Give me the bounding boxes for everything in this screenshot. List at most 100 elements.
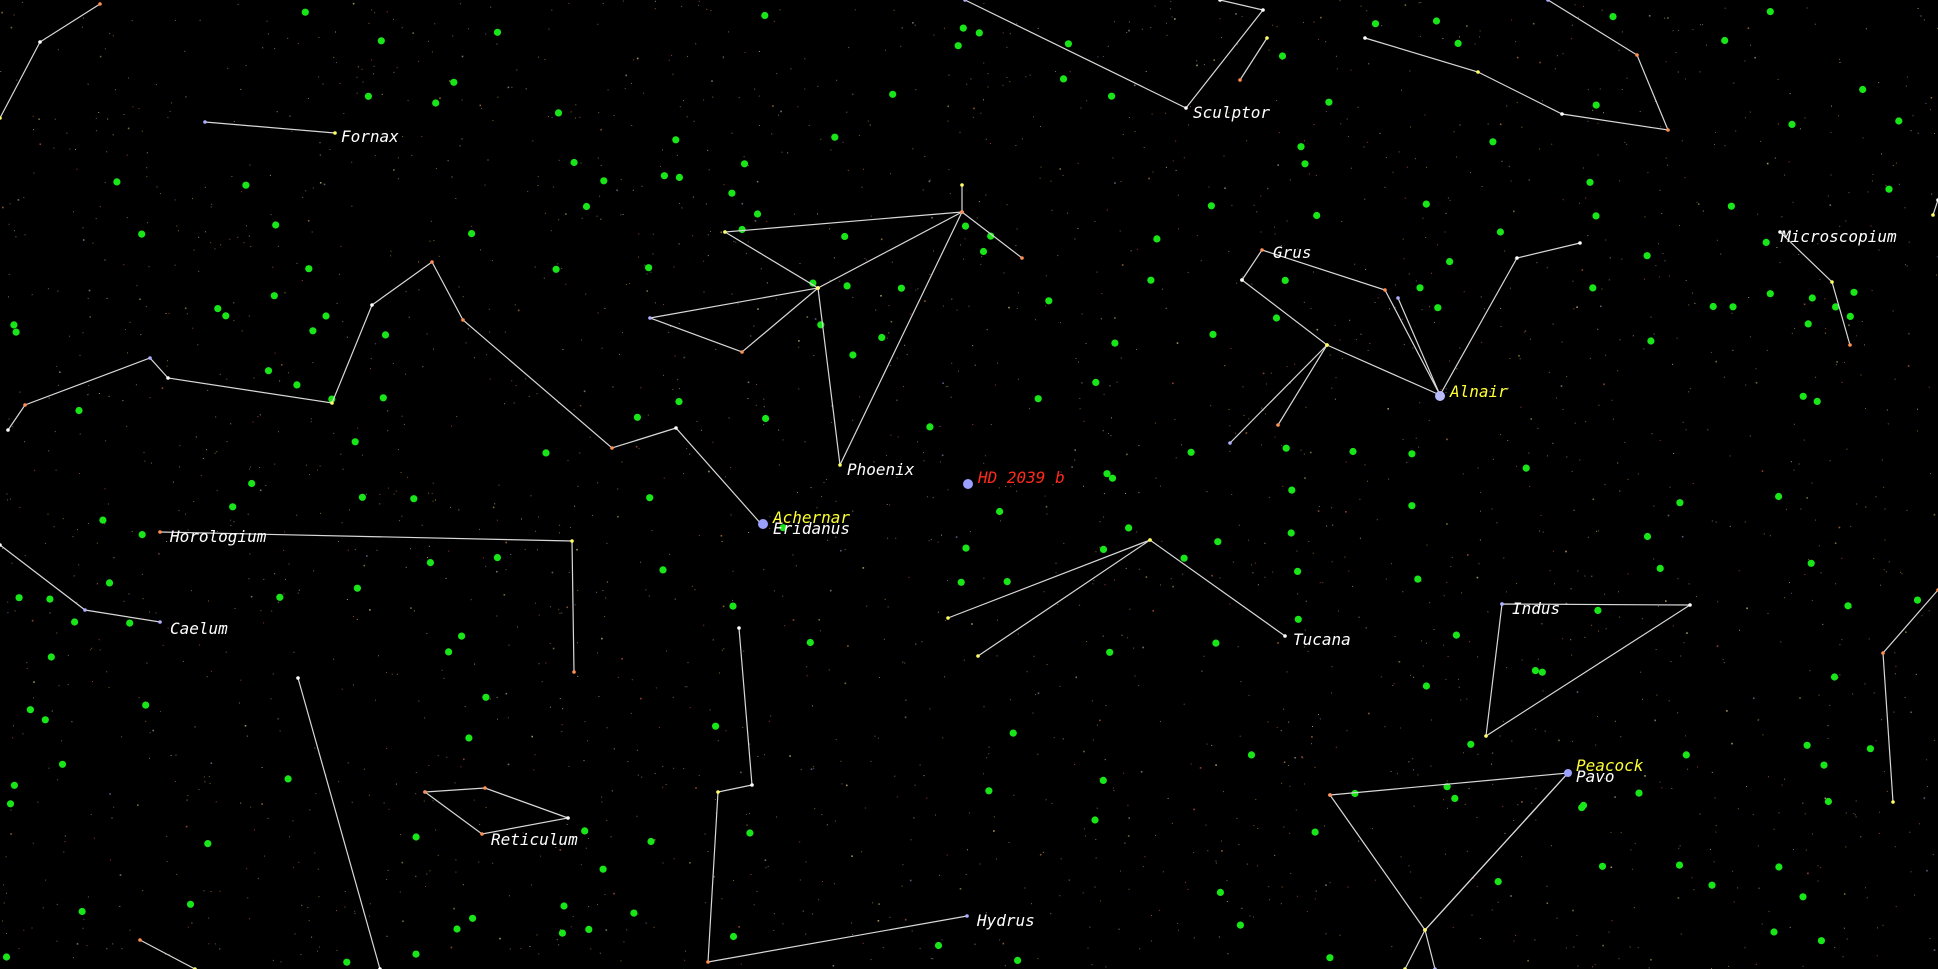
exoplanet-host-dot[interactable] bbox=[458, 632, 466, 640]
exoplanet-host-dot[interactable] bbox=[1434, 304, 1442, 312]
exoplanet-host-dot[interactable] bbox=[1709, 302, 1717, 311]
sky-chart[interactable]: Fornax Sculptor Microscopium Grus Phoeni… bbox=[0, 0, 1938, 969]
exoplanet-host-dot[interactable] bbox=[582, 202, 591, 211]
exoplanet-host-dot[interactable] bbox=[12, 328, 20, 336]
exoplanet-host-dot[interactable] bbox=[1538, 668, 1546, 676]
exoplanet-host-dot[interactable] bbox=[78, 907, 86, 916]
exoplanet-host-dot[interactable] bbox=[1589, 284, 1597, 292]
exoplanet-host-dot[interactable] bbox=[1422, 682, 1430, 690]
exoplanet-host-dot[interactable] bbox=[1844, 602, 1852, 610]
exoplanet-host-dot[interactable] bbox=[1647, 337, 1655, 345]
exoplanet-host-dot[interactable] bbox=[581, 827, 589, 835]
exoplanet-host-dot[interactable] bbox=[426, 559, 434, 567]
exoplanet-host-dot[interactable] bbox=[412, 833, 420, 841]
exoplanet-host-dot[interactable] bbox=[242, 181, 250, 189]
exoplanet-host-dot[interactable] bbox=[1408, 502, 1416, 510]
exoplanet-host-dot[interactable] bbox=[353, 584, 361, 592]
exoplanet-host-dot[interactable] bbox=[309, 327, 317, 335]
exoplanet-host-dot[interactable] bbox=[47, 653, 55, 661]
exoplanet-host-dot[interactable] bbox=[738, 225, 746, 234]
exoplanet-host-dot[interactable] bbox=[364, 92, 372, 100]
exoplanet-host-dot[interactable] bbox=[1609, 13, 1617, 21]
exoplanet-host-dot[interactable] bbox=[264, 367, 273, 375]
exoplanet-host-dot[interactable] bbox=[1859, 85, 1867, 94]
exoplanet-host-dot[interactable] bbox=[1635, 789, 1643, 797]
label-microscopium[interactable]: Microscopium bbox=[1780, 227, 1897, 246]
exoplanet-host-dot[interactable] bbox=[1489, 138, 1497, 146]
exoplanet-host-dot[interactable] bbox=[1729, 303, 1737, 311]
exoplanet-host-dot[interactable] bbox=[493, 28, 502, 36]
exoplanet-host-dot[interactable] bbox=[138, 531, 146, 539]
exoplanet-host-dot[interactable] bbox=[482, 693, 490, 701]
exoplanet-host-dot[interactable] bbox=[204, 840, 212, 848]
exoplanet-host-dot[interactable] bbox=[558, 929, 567, 937]
exoplanet-host-dot[interactable] bbox=[1301, 160, 1309, 168]
exoplanet-host-dot[interactable] bbox=[1099, 545, 1108, 554]
exoplanet-host-dot[interactable] bbox=[99, 516, 107, 524]
exoplanet-marker-icon[interactable] bbox=[963, 479, 973, 489]
exoplanet-host-dot[interactable] bbox=[1830, 673, 1839, 681]
exoplanet-host-dot[interactable] bbox=[270, 292, 278, 300]
exoplanet-host-dot[interactable] bbox=[1770, 928, 1778, 936]
exoplanet-host-dot[interactable] bbox=[450, 78, 458, 86]
exoplanet-host-dot[interactable] bbox=[322, 312, 330, 320]
exoplanet-host-dot[interactable] bbox=[10, 781, 18, 789]
exoplanet-host-dot[interactable] bbox=[1108, 92, 1116, 100]
label-indus[interactable]: Indus bbox=[1512, 599, 1560, 618]
exoplanet-host-dot[interactable] bbox=[1598, 862, 1607, 870]
exoplanet-host-dot[interactable] bbox=[962, 544, 970, 552]
exoplanet-host-dot[interactable] bbox=[646, 494, 654, 502]
exoplanet-host-dot[interactable] bbox=[468, 230, 476, 238]
exoplanet-host-dot[interactable] bbox=[305, 265, 313, 273]
exoplanet-host-dot[interactable] bbox=[831, 133, 839, 141]
exoplanet-host-dot[interactable] bbox=[138, 230, 146, 238]
exoplanet-host-dot[interactable] bbox=[552, 265, 560, 273]
exoplanet-host-dot[interactable] bbox=[878, 333, 886, 342]
exoplanet-host-dot[interactable] bbox=[560, 902, 568, 910]
exoplanet-host-dot[interactable] bbox=[293, 381, 301, 389]
label-phoenix[interactable]: Phoenix bbox=[847, 460, 915, 479]
exoplanet-host-dot[interactable] bbox=[351, 438, 359, 446]
exoplanet-host-dot[interactable] bbox=[1643, 532, 1652, 541]
exoplanet-host-dot[interactable] bbox=[1885, 185, 1893, 193]
exoplanet-host-dot[interactable] bbox=[1003, 578, 1011, 586]
exoplanet-host-dot[interactable] bbox=[1207, 202, 1215, 210]
exoplanet-host-dot[interactable] bbox=[979, 247, 988, 256]
exoplanet-host-dot[interactable] bbox=[1180, 554, 1188, 562]
star-marker-icon[interactable] bbox=[758, 519, 768, 529]
exoplanet-host-dot[interactable] bbox=[453, 925, 461, 933]
exoplanet-host-dot[interactable] bbox=[1414, 575, 1422, 583]
label-reticulum[interactable]: Reticulum bbox=[491, 830, 578, 849]
exoplanet-host-dot[interactable] bbox=[1014, 956, 1022, 965]
exoplanet-host-dot[interactable] bbox=[1817, 937, 1825, 945]
exoplanet-host-dot[interactable] bbox=[740, 160, 749, 168]
exoplanet-host-dot[interactable] bbox=[276, 593, 284, 601]
exoplanet-host-dot[interactable] bbox=[675, 398, 683, 406]
exoplanet-host-dot[interactable] bbox=[412, 950, 420, 958]
exoplanet-host-dot[interactable] bbox=[843, 282, 851, 290]
exoplanet-host-dot[interactable] bbox=[1578, 804, 1586, 812]
exoplanet-host-dot[interactable] bbox=[2, 953, 11, 961]
exoplanet-host-dot[interactable] bbox=[647, 837, 655, 846]
exoplanet-host-dot[interactable] bbox=[1153, 235, 1161, 243]
exoplanet-host-dot[interactable] bbox=[1682, 751, 1690, 759]
exoplanet-host-dot[interactable] bbox=[934, 941, 943, 950]
exoplanet-host-dot[interactable] bbox=[1820, 761, 1828, 769]
exoplanet-host-dot[interactable] bbox=[1297, 143, 1305, 151]
exoplanet-host-dot[interactable] bbox=[113, 178, 121, 186]
exoplanet-host-dot[interactable] bbox=[445, 648, 453, 656]
exoplanet-host-dot[interactable] bbox=[712, 722, 720, 730]
exoplanet-host-dot[interactable] bbox=[1454, 39, 1462, 48]
exoplanet-host-dot[interactable] bbox=[841, 232, 849, 241]
exoplanet-host-dot[interactable] bbox=[542, 449, 550, 457]
exoplanet-host-dot[interactable] bbox=[1209, 330, 1217, 338]
label-hydrus[interactable]: Hydrus bbox=[976, 911, 1035, 930]
exoplanet-host-dot[interactable] bbox=[1278, 52, 1287, 60]
exoplanet-host-dot[interactable] bbox=[1064, 40, 1072, 48]
exoplanet-host-dot[interactable] bbox=[6, 800, 15, 808]
exoplanet-host-dot[interactable] bbox=[889, 90, 897, 98]
exoplanet-host-dot[interactable] bbox=[1416, 284, 1424, 292]
exoplanet-host-dot[interactable] bbox=[1762, 238, 1770, 246]
exoplanet-host-dot[interactable] bbox=[41, 716, 49, 724]
exoplanet-host-dot[interactable] bbox=[1799, 392, 1807, 400]
